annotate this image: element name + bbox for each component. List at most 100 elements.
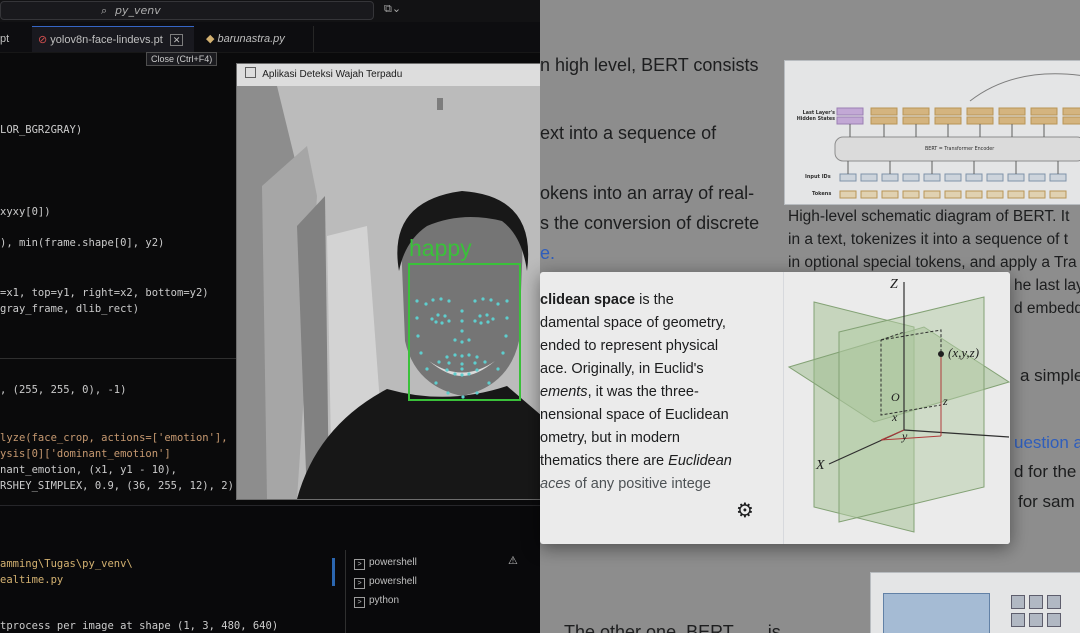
terminal-icon: > <box>354 578 365 589</box>
text-fragment: of any positive intege <box>570 476 711 492</box>
code-line: LOR_BGR2GRAY) <box>0 124 83 136</box>
code-line: RSHEY_SIMPLEX, 0.9, (36, 255, 12), 2) <box>0 480 234 492</box>
tab-label: barunastra.py <box>217 33 285 45</box>
search-text: py_venv <box>115 4 161 17</box>
tab-yolov8n-face[interactable]: ⊘ yolov8n-face-lindevs.pt ✕ <box>32 26 194 52</box>
bold-term: clidean space <box>540 292 636 308</box>
code-line: =x1, top=y1, right=x2, bottom=y2) <box>0 287 209 299</box>
code-line: xyxy[0]) <box>0 206 51 218</box>
file-icon: ⊘ <box>38 34 48 46</box>
settings-gear-icon[interactable]: ⚙ <box>736 498 754 522</box>
terminal-item-label: powershell <box>369 576 417 587</box>
command-search-box[interactable]: ⌕ py_venv <box>0 1 374 20</box>
figure-caption-line: in a text, tokenizes it into a sequence … <box>788 231 1069 248</box>
article-text-line: d for the <box>1014 462 1077 481</box>
camera-window-titlebar[interactable]: Aplikasi Deteksi Wajah Terpadu <box>237 64 542 86</box>
camera-feed: happy <box>237 86 542 499</box>
text-fragment: The other one, BERT <box>564 622 734 633</box>
bert-diagram[interactable]: Last Layer's Hidden States BERT = Transf… <box>784 60 1080 205</box>
figure-grid <box>1011 595 1071 633</box>
article-text-line: okens into an array of real- <box>540 183 755 203</box>
diagram-label-input-ids: Input IDs <box>805 174 831 180</box>
editor-tabs: pt ⊘ yolov8n-face-lindevs.pt ✕ ◆ barunas… <box>0 22 545 53</box>
close-icon[interactable]: ✕ <box>169 34 184 46</box>
point-label: (x,y,z) <box>948 345 980 360</box>
text-fragment: is <box>767 622 781 633</box>
diagram-label-tokens: Tokens <box>812 191 832 197</box>
tab-barunastra[interactable]: ◆ barunastra.py <box>200 26 314 52</box>
code-line: gray_frame, dlib_rect) <box>0 303 140 315</box>
italic-term: ements <box>540 384 588 400</box>
link-preview-popup[interactable]: clidean space is the damental space of g… <box>540 272 1010 544</box>
coord-label-y: y <box>902 429 908 443</box>
coordinate-axes-graphic <box>787 282 1010 533</box>
popup-text-line: ements, it was the three- <box>540 384 699 400</box>
camera-window[interactable]: Aplikasi Deteksi Wajah Terpadu happy <box>236 63 543 500</box>
popup-text-line: damental space of geometry, <box>540 315 726 331</box>
tab-label: pt <box>0 33 10 45</box>
lower-figure[interactable] <box>870 572 1080 633</box>
coord-label-z: z <box>943 394 948 408</box>
figure-caption-line: d embedd <box>1014 300 1080 317</box>
terminal-item-python[interactable]: > python <box>354 595 399 608</box>
origin-label: O <box>891 390 900 404</box>
terminal-line: tprocess per image at shape (1, 3, 480, … <box>0 620 279 632</box>
figure-caption-line: in optional special tokens, and apply a … <box>788 254 1077 271</box>
article-text-line: ext into a sequence of <box>540 123 717 143</box>
tab-partial[interactable]: pt <box>0 26 28 52</box>
code-line: ), min(frame.shape[0], y2) <box>0 237 165 249</box>
copilot-icon[interactable]: ⧉⌄ <box>384 2 401 16</box>
warning-icon: ⚠ <box>508 554 518 567</box>
popup-text-line: clidean space is the <box>540 292 674 308</box>
text-fragment: , it was the three- <box>587 384 699 400</box>
article-text-line: for sam <box>1018 492 1075 511</box>
terminal-item-label: python <box>369 595 400 606</box>
figure-caption-line: High-level schematic diagram of BERT. It <box>788 208 1070 225</box>
terminal-item-powershell[interactable]: > powershell <box>354 576 417 589</box>
facial-landmarks <box>415 297 509 399</box>
axis-label-x: X <box>816 458 825 473</box>
terminal-icon: > <box>354 559 365 570</box>
coord-label-x: x <box>892 410 898 424</box>
article-link[interactable]: uestion a <box>1014 433 1080 453</box>
figure-block <box>883 593 990 633</box>
search-icon: ⌕ <box>101 4 108 17</box>
article-text-line: a simple <box>1020 366 1080 385</box>
text-fragment: is the <box>635 292 674 308</box>
code-line: ysis[0]['dominant_emotion'] <box>0 448 171 460</box>
scrollbar[interactable] <box>332 558 335 586</box>
article-text-line: n high level, BERT consists <box>540 55 759 75</box>
popup-text-line: thematics there are Euclidean <box>540 453 732 469</box>
popup-text-line: nensional space of Euclidean <box>540 407 729 423</box>
app-icon <box>245 67 256 78</box>
popup-text-line: aces of any positive intege <box>540 476 711 492</box>
article-text-line: The other one, BERT is <box>564 622 781 633</box>
popup-text-line: ended to represent physical <box>540 338 719 354</box>
terminal-item-label: powershell <box>369 557 417 568</box>
article-link[interactable]: e. <box>540 243 555 264</box>
diagram-label-hidden-states: Last Layer's Hidden States <box>796 111 835 122</box>
tab-label: yolov8n-face-lindevs.pt <box>50 34 163 46</box>
title-bar: ⌕ py_venv ⧉⌄ <box>0 0 545 23</box>
code-line: lyze(face_crop, actions=['emotion'], <box>0 432 228 444</box>
terminal-line: amming\Tugas\py_venv\ <box>0 558 133 570</box>
figure-caption-line: he last lay <box>1014 277 1080 294</box>
italic-term: Euclidean <box>668 453 732 469</box>
euclidean-space-image: Z X (x,y,z) O x y z <box>783 272 1010 544</box>
terminal-icon: > <box>354 597 365 608</box>
camera-window-title: Aplikasi Deteksi Wajah Terpadu <box>262 69 403 80</box>
diagram-label-encoder: BERT = Transformer Encoder <box>925 147 995 152</box>
article-text-line: s the conversion of discrete <box>540 213 760 233</box>
italic-term: aces <box>540 476 571 492</box>
popup-text-line: ace. Originally, in Euclid's <box>540 361 704 377</box>
terminal-item-powershell[interactable]: > powershell <box>354 557 417 570</box>
python-file-icon: ◆ <box>206 33 215 45</box>
divider <box>0 358 236 359</box>
terminal-line: ealtime.py <box>0 574 64 586</box>
popup-text-line: ometry, but in modern <box>540 430 680 446</box>
bert-diagram-graphic <box>834 73 1080 199</box>
terminal-list: > powershell > powershell > python ⚠ <box>345 550 528 633</box>
close-tooltip: Close (Ctrl+F4) <box>146 52 218 66</box>
code-line: , (255, 255, 0), -1) <box>0 384 127 396</box>
text-fragment: thematics there are <box>540 453 669 469</box>
